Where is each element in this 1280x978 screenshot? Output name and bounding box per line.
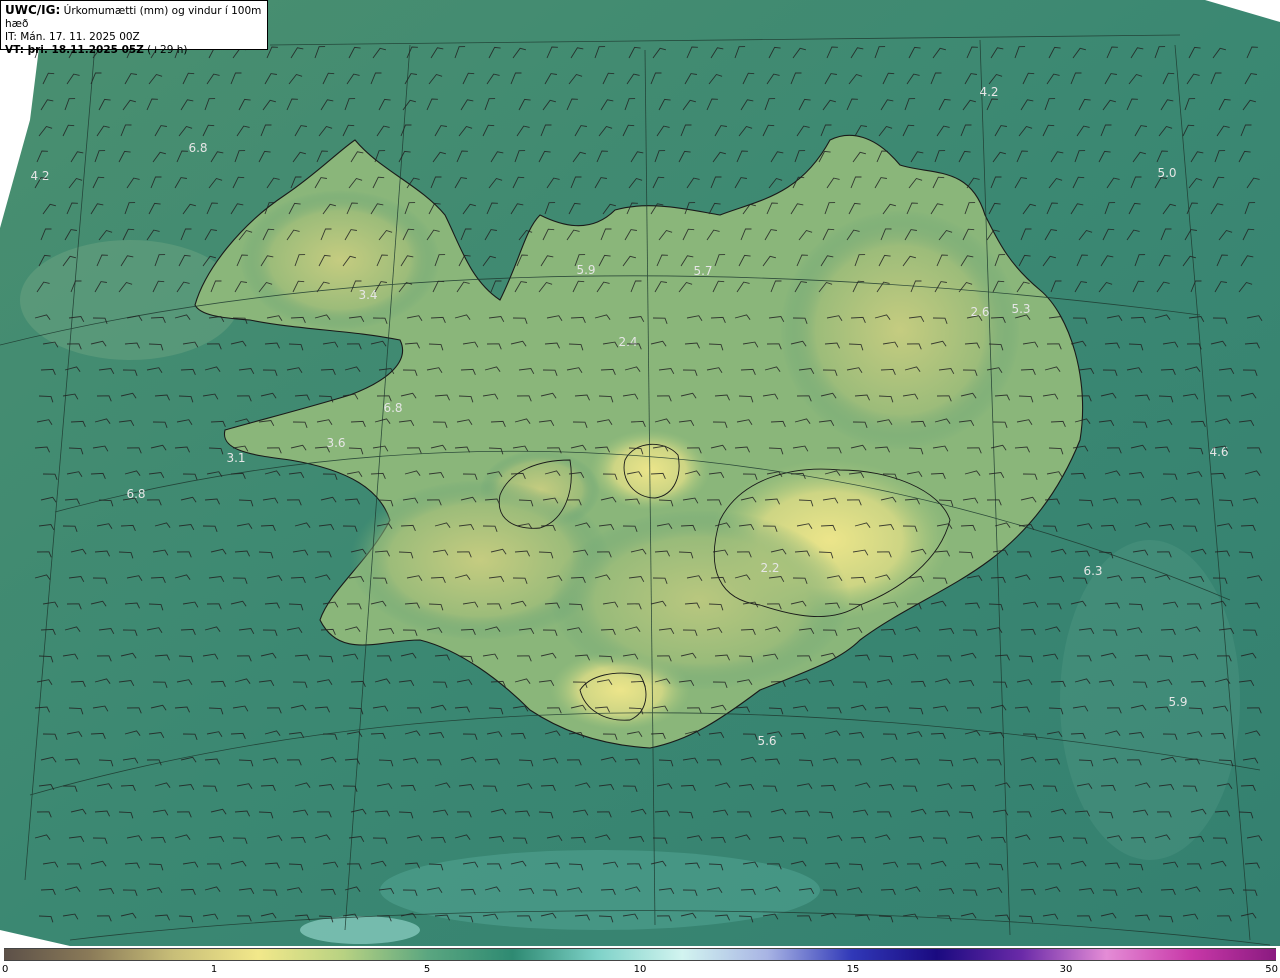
weather-map: 4.2 6.8 4.2 5.0 3.4 5.9 5.7 2.4 2.6 5.3 … (0, 0, 1280, 946)
valid-time-line: VT: þri. 18.11.2025 05Z (+29 h) (5, 44, 263, 57)
colorbar-tick-4: 15 (846, 964, 860, 975)
map-label-5: 3.4 (358, 288, 377, 302)
map-label-2: 6.8 (188, 141, 207, 155)
map-label-10: 5.3 (1011, 302, 1030, 316)
colorbar-tick-2: 5 (423, 964, 431, 975)
map-label-12: 3.6 (326, 436, 345, 450)
colorbar-tick-5: 30 (1059, 964, 1073, 975)
map-label-11: 6.8 (383, 401, 402, 415)
colorbar: 0 1 5 10 15 30 50 (0, 948, 1280, 978)
colorbar-strip (4, 948, 1276, 961)
map-label-16: 6.3 (1083, 564, 1102, 578)
map-title-box: UWC/IG: Úrkomumætti (mm) og vindur í 100… (0, 0, 268, 56)
init-time: IT: Mán. 17. 11. 2025 00Z (5, 31, 140, 43)
valid-time: VT: þri. 18.11.2025 05Z (5, 44, 144, 56)
colorbar-tick-6: 50 (1265, 964, 1278, 975)
map-label-17: 2.2 (760, 561, 779, 575)
colorbar-tick-3: 10 (633, 964, 647, 975)
forecast-offset: (+29 h) (147, 44, 188, 56)
colorbar-tick-1: 1 (210, 964, 218, 975)
map-label-7: 5.7 (693, 264, 712, 278)
colorbar-tick-0: 0 (2, 964, 9, 975)
map-label-6: 5.9 (576, 263, 595, 277)
map-label-8: 2.4 (618, 335, 637, 349)
map-label-3: 4.2 (979, 85, 998, 99)
map-label-18: 5.9 (1168, 695, 1187, 709)
map-label-1: 4.2 (30, 169, 49, 183)
title-line: UWC/IG: Úrkomumætti (mm) og vindur í 100… (5, 4, 263, 31)
model-label: UWC/IG: (5, 3, 61, 17)
map-label-19: 5.6 (757, 734, 776, 748)
map-label-13: 3.1 (226, 451, 245, 465)
